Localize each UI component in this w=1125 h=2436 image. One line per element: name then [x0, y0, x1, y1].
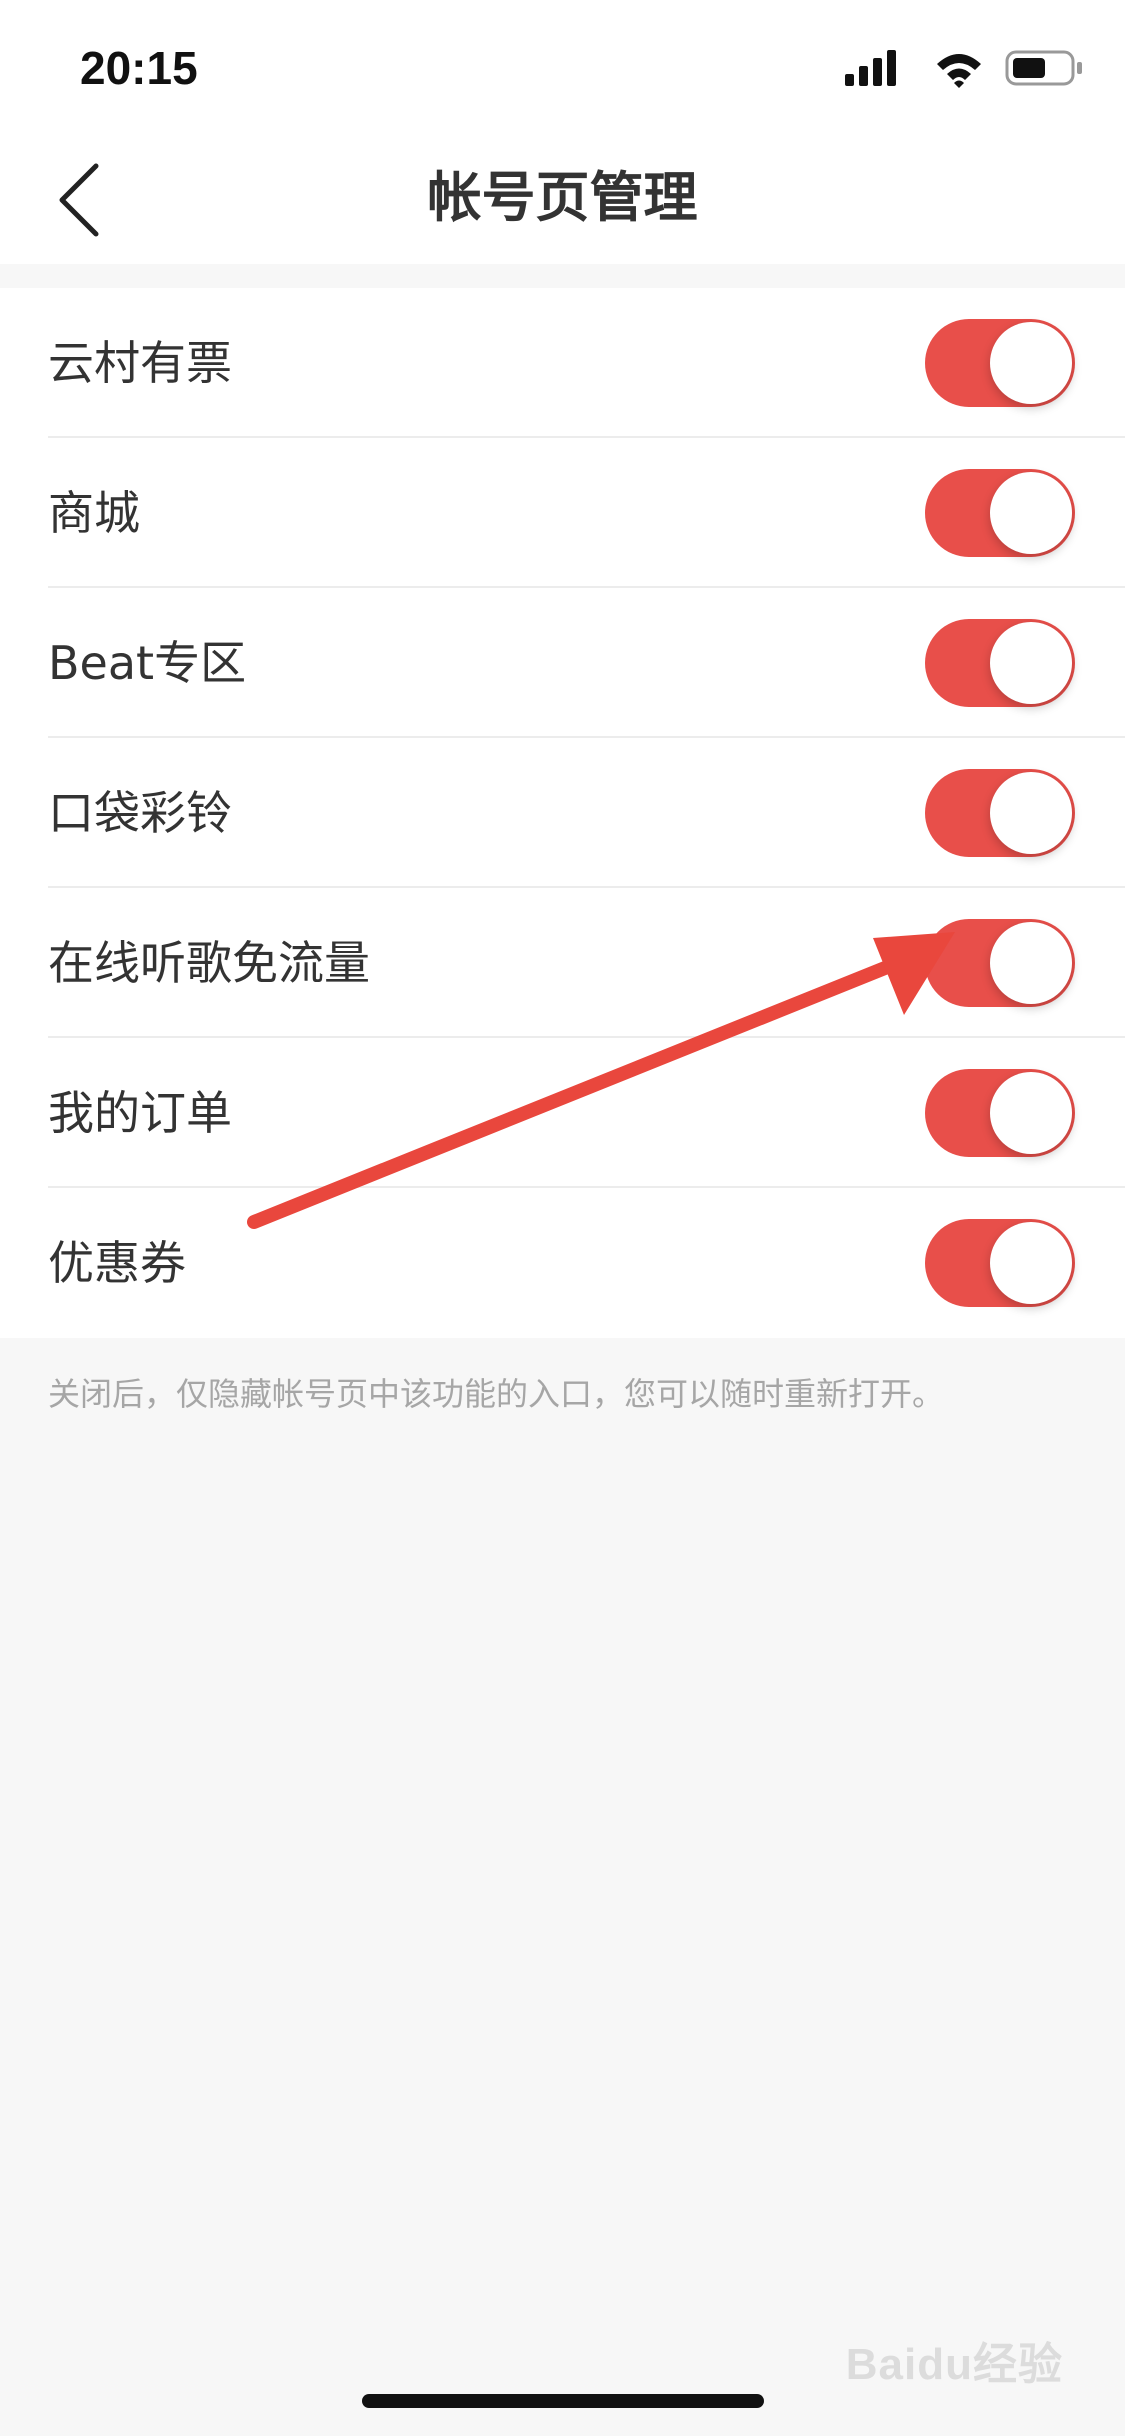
toggle-mall[interactable] — [925, 469, 1075, 557]
toggle-knob — [990, 1222, 1072, 1304]
setting-label: 优惠券 — [48, 1236, 186, 1290]
status-icons — [845, 50, 1082, 88]
toggle-yuncun-tickets[interactable] — [925, 319, 1075, 407]
home-indicator[interactable] — [362, 2394, 764, 2408]
signal-icon — [845, 50, 896, 86]
settings-list: 云村有票 商城 Beat专区 口袋彩铃 在线听歌免流量 我的订单 优惠券 — [0, 288, 1125, 1338]
setting-row-coupons: 优惠券 — [0, 1188, 1125, 1338]
status-time: 20:15 — [80, 42, 198, 94]
toggle-knob — [990, 922, 1072, 1004]
setting-row-yuncun-tickets: 云村有票 — [0, 288, 1125, 438]
setting-row-my-orders: 我的订单 — [0, 1038, 1125, 1188]
toggle-my-orders[interactable] — [925, 1069, 1075, 1157]
page-title: 帐号页管理 — [427, 166, 698, 229]
battery-icon — [1005, 50, 1082, 86]
setting-row-beat-zone: Beat专区 — [0, 588, 1125, 738]
nav-bar: 帐号页管理 — [0, 132, 1125, 264]
setting-row-mall: 商城 — [0, 438, 1125, 588]
toggle-knob — [990, 772, 1072, 854]
toggle-knob — [990, 1072, 1072, 1154]
setting-label: 在线听歌免流量 — [48, 936, 370, 990]
status-bar: 20:15 — [0, 0, 1125, 132]
setting-label: Beat专区 — [48, 636, 247, 690]
toggle-pocket-ringtone[interactable] — [925, 769, 1075, 857]
wifi-icon — [937, 54, 981, 88]
toggle-knob — [990, 622, 1072, 704]
watermark: Baidu经验 — [845, 2340, 1063, 2389]
setting-label: 我的订单 — [48, 1086, 232, 1140]
setting-label: 商城 — [48, 486, 140, 540]
toggle-beat-zone[interactable] — [925, 619, 1075, 707]
footer-note: 关闭后，仅隐藏帐号页中该功能的入口，您可以随时重新打开。 — [48, 1375, 945, 1413]
setting-label: 口袋彩铃 — [48, 786, 232, 840]
toggle-coupons[interactable] — [925, 1219, 1075, 1307]
setting-label: 云村有票 — [48, 336, 232, 390]
setting-row-free-data-streaming: 在线听歌免流量 — [0, 888, 1125, 1038]
toggle-knob — [990, 472, 1072, 554]
toggle-free-data-streaming[interactable] — [925, 919, 1075, 1007]
setting-row-pocket-ringtone: 口袋彩铃 — [0, 738, 1125, 888]
toggle-knob — [990, 322, 1072, 404]
